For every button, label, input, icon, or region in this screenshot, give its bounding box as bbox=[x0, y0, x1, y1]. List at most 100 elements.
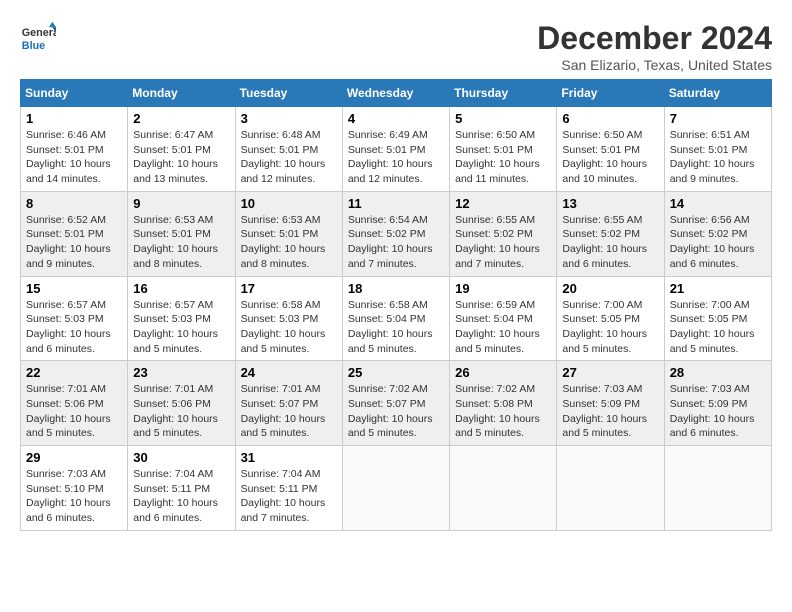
day-number: 24 bbox=[241, 365, 337, 380]
title-block: December 2024 San Elizario, Texas, Unite… bbox=[537, 20, 772, 73]
calendar-cell: 11 Sunrise: 6:54 AMSunset: 5:02 PMDaylig… bbox=[342, 191, 449, 276]
day-number: 6 bbox=[562, 111, 658, 126]
day-number: 30 bbox=[133, 450, 229, 465]
weekday-header-wednesday: Wednesday bbox=[342, 80, 449, 107]
day-number: 15 bbox=[26, 281, 122, 296]
day-number: 10 bbox=[241, 196, 337, 211]
day-number: 2 bbox=[133, 111, 229, 126]
day-number: 7 bbox=[670, 111, 766, 126]
day-number: 3 bbox=[241, 111, 337, 126]
calendar-cell: 2 Sunrise: 6:47 AMSunset: 5:01 PMDayligh… bbox=[128, 107, 235, 192]
day-number: 11 bbox=[348, 196, 444, 211]
day-info: Sunrise: 7:00 AMSunset: 5:05 PMDaylight:… bbox=[562, 299, 647, 355]
day-info: Sunrise: 6:46 AMSunset: 5:01 PMDaylight:… bbox=[26, 129, 111, 185]
day-info: Sunrise: 6:49 AMSunset: 5:01 PMDaylight:… bbox=[348, 129, 433, 185]
calendar-cell: 27 Sunrise: 7:03 AMSunset: 5:09 PMDaylig… bbox=[557, 361, 664, 446]
calendar-cell: 29 Sunrise: 7:03 AMSunset: 5:10 PMDaylig… bbox=[21, 446, 128, 531]
weekday-header-friday: Friday bbox=[557, 80, 664, 107]
calendar-cell: 17 Sunrise: 6:58 AMSunset: 5:03 PMDaylig… bbox=[235, 276, 342, 361]
day-number: 27 bbox=[562, 365, 658, 380]
calendar-cell: 15 Sunrise: 6:57 AMSunset: 5:03 PMDaylig… bbox=[21, 276, 128, 361]
day-info: Sunrise: 6:59 AMSunset: 5:04 PMDaylight:… bbox=[455, 299, 540, 355]
calendar-cell: 25 Sunrise: 7:02 AMSunset: 5:07 PMDaylig… bbox=[342, 361, 449, 446]
month-title: December 2024 bbox=[537, 20, 772, 57]
day-info: Sunrise: 7:03 AMSunset: 5:09 PMDaylight:… bbox=[670, 383, 755, 439]
day-info: Sunrise: 6:58 AMSunset: 5:03 PMDaylight:… bbox=[241, 299, 326, 355]
day-number: 5 bbox=[455, 111, 551, 126]
day-info: Sunrise: 6:55 AMSunset: 5:02 PMDaylight:… bbox=[562, 214, 647, 270]
day-number: 21 bbox=[670, 281, 766, 296]
calendar-cell: 18 Sunrise: 6:58 AMSunset: 5:04 PMDaylig… bbox=[342, 276, 449, 361]
day-number: 16 bbox=[133, 281, 229, 296]
day-number: 31 bbox=[241, 450, 337, 465]
day-info: Sunrise: 6:53 AMSunset: 5:01 PMDaylight:… bbox=[133, 214, 218, 270]
day-info: Sunrise: 7:01 AMSunset: 5:06 PMDaylight:… bbox=[133, 383, 218, 439]
day-number: 19 bbox=[455, 281, 551, 296]
day-number: 13 bbox=[562, 196, 658, 211]
calendar-cell: 9 Sunrise: 6:53 AMSunset: 5:01 PMDayligh… bbox=[128, 191, 235, 276]
day-info: Sunrise: 6:48 AMSunset: 5:01 PMDaylight:… bbox=[241, 129, 326, 185]
calendar-cell: 10 Sunrise: 6:53 AMSunset: 5:01 PMDaylig… bbox=[235, 191, 342, 276]
day-info: Sunrise: 6:53 AMSunset: 5:01 PMDaylight:… bbox=[241, 214, 326, 270]
day-info: Sunrise: 7:03 AMSunset: 5:09 PMDaylight:… bbox=[562, 383, 647, 439]
weekday-header-saturday: Saturday bbox=[664, 80, 771, 107]
calendar-cell: 8 Sunrise: 6:52 AMSunset: 5:01 PMDayligh… bbox=[21, 191, 128, 276]
day-info: Sunrise: 6:50 AMSunset: 5:01 PMDaylight:… bbox=[455, 129, 540, 185]
day-info: Sunrise: 6:57 AMSunset: 5:03 PMDaylight:… bbox=[26, 299, 111, 355]
day-number: 18 bbox=[348, 281, 444, 296]
day-number: 9 bbox=[133, 196, 229, 211]
calendar-cell: 22 Sunrise: 7:01 AMSunset: 5:06 PMDaylig… bbox=[21, 361, 128, 446]
day-info: Sunrise: 6:58 AMSunset: 5:04 PMDaylight:… bbox=[348, 299, 433, 355]
day-info: Sunrise: 7:04 AMSunset: 5:11 PMDaylight:… bbox=[241, 468, 326, 524]
day-number: 17 bbox=[241, 281, 337, 296]
calendar-cell: 13 Sunrise: 6:55 AMSunset: 5:02 PMDaylig… bbox=[557, 191, 664, 276]
calendar-cell: 23 Sunrise: 7:01 AMSunset: 5:06 PMDaylig… bbox=[128, 361, 235, 446]
day-info: Sunrise: 6:52 AMSunset: 5:01 PMDaylight:… bbox=[26, 214, 111, 270]
day-info: Sunrise: 6:57 AMSunset: 5:03 PMDaylight:… bbox=[133, 299, 218, 355]
weekday-header-monday: Monday bbox=[128, 80, 235, 107]
svg-text:Blue: Blue bbox=[22, 40, 45, 52]
calendar-cell: 20 Sunrise: 7:00 AMSunset: 5:05 PMDaylig… bbox=[557, 276, 664, 361]
weekday-header-sunday: Sunday bbox=[21, 80, 128, 107]
day-info: Sunrise: 7:01 AMSunset: 5:06 PMDaylight:… bbox=[26, 383, 111, 439]
calendar-cell: 5 Sunrise: 6:50 AMSunset: 5:01 PMDayligh… bbox=[450, 107, 557, 192]
day-number: 28 bbox=[670, 365, 766, 380]
day-number: 14 bbox=[670, 196, 766, 211]
day-number: 12 bbox=[455, 196, 551, 211]
svg-text:General: General bbox=[22, 27, 56, 39]
day-number: 4 bbox=[348, 111, 444, 126]
calendar-cell: 12 Sunrise: 6:55 AMSunset: 5:02 PMDaylig… bbox=[450, 191, 557, 276]
day-info: Sunrise: 7:03 AMSunset: 5:10 PMDaylight:… bbox=[26, 468, 111, 524]
calendar-cell: 7 Sunrise: 6:51 AMSunset: 5:01 PMDayligh… bbox=[664, 107, 771, 192]
logo-icon: General Blue bbox=[20, 20, 56, 56]
day-info: Sunrise: 6:47 AMSunset: 5:01 PMDaylight:… bbox=[133, 129, 218, 185]
day-number: 20 bbox=[562, 281, 658, 296]
calendar-cell bbox=[450, 446, 557, 531]
weekday-header-tuesday: Tuesday bbox=[235, 80, 342, 107]
calendar-cell: 21 Sunrise: 7:00 AMSunset: 5:05 PMDaylig… bbox=[664, 276, 771, 361]
day-info: Sunrise: 6:54 AMSunset: 5:02 PMDaylight:… bbox=[348, 214, 433, 270]
day-number: 8 bbox=[26, 196, 122, 211]
day-info: Sunrise: 6:50 AMSunset: 5:01 PMDaylight:… bbox=[562, 129, 647, 185]
location: San Elizario, Texas, United States bbox=[537, 57, 772, 73]
day-number: 23 bbox=[133, 365, 229, 380]
calendar-cell: 3 Sunrise: 6:48 AMSunset: 5:01 PMDayligh… bbox=[235, 107, 342, 192]
calendar-cell bbox=[664, 446, 771, 531]
calendar-cell: 4 Sunrise: 6:49 AMSunset: 5:01 PMDayligh… bbox=[342, 107, 449, 192]
logo: General Blue bbox=[20, 20, 60, 56]
day-info: Sunrise: 7:01 AMSunset: 5:07 PMDaylight:… bbox=[241, 383, 326, 439]
calendar-cell bbox=[557, 446, 664, 531]
day-number: 22 bbox=[26, 365, 122, 380]
calendar-cell: 6 Sunrise: 6:50 AMSunset: 5:01 PMDayligh… bbox=[557, 107, 664, 192]
day-number: 26 bbox=[455, 365, 551, 380]
calendar-cell: 16 Sunrise: 6:57 AMSunset: 5:03 PMDaylig… bbox=[128, 276, 235, 361]
day-info: Sunrise: 7:04 AMSunset: 5:11 PMDaylight:… bbox=[133, 468, 218, 524]
calendar-table: SundayMondayTuesdayWednesdayThursdayFrid… bbox=[20, 79, 772, 531]
day-info: Sunrise: 7:00 AMSunset: 5:05 PMDaylight:… bbox=[670, 299, 755, 355]
day-info: Sunrise: 7:02 AMSunset: 5:07 PMDaylight:… bbox=[348, 383, 433, 439]
calendar-cell: 30 Sunrise: 7:04 AMSunset: 5:11 PMDaylig… bbox=[128, 446, 235, 531]
weekday-header-thursday: Thursday bbox=[450, 80, 557, 107]
day-info: Sunrise: 6:51 AMSunset: 5:01 PMDaylight:… bbox=[670, 129, 755, 185]
day-number: 25 bbox=[348, 365, 444, 380]
day-info: Sunrise: 6:55 AMSunset: 5:02 PMDaylight:… bbox=[455, 214, 540, 270]
